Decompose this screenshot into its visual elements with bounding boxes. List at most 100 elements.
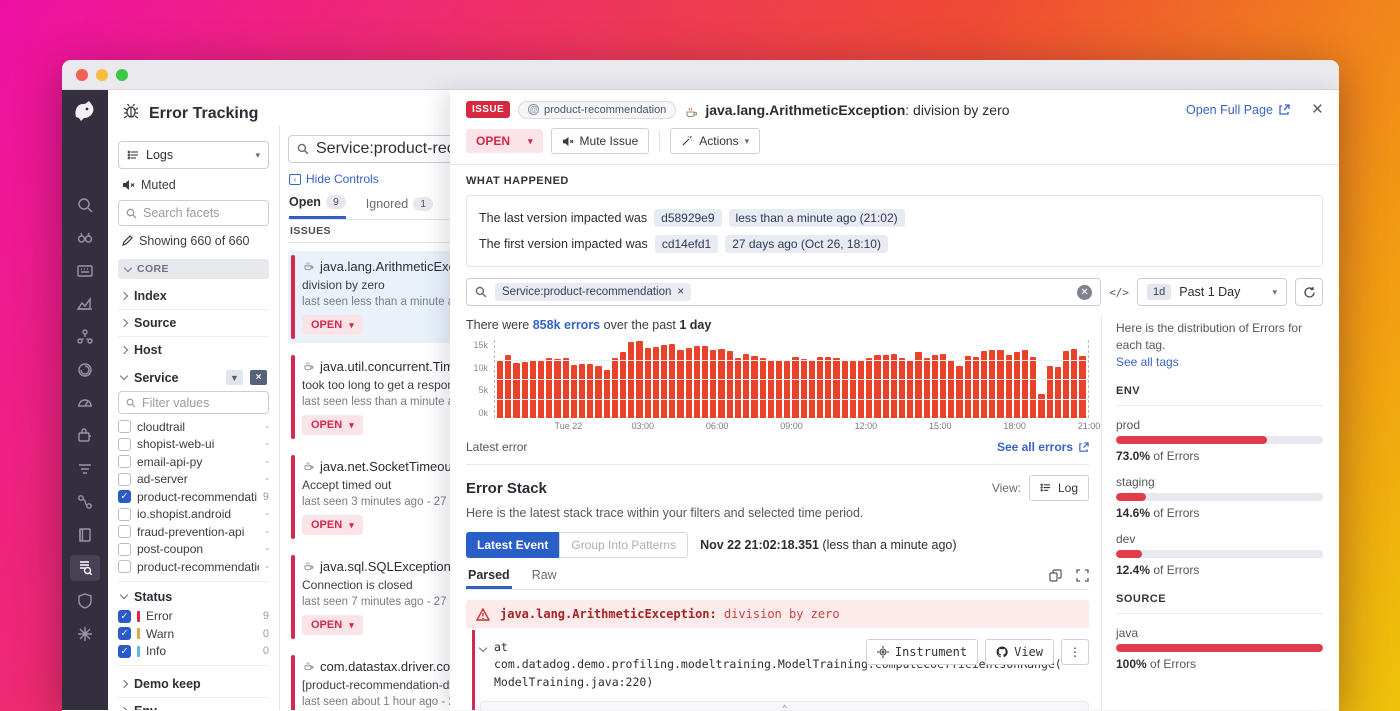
stack-frame-row[interactable]: at com.datadog.demo.profiling.modeltrain…: [466, 639, 1089, 691]
facet-value-io.shopist.android[interactable]: io.shopist.android-: [118, 506, 269, 524]
remove-filter-icon[interactable]: ×: [677, 286, 684, 298]
view-source-button[interactable]: View: [985, 639, 1054, 665]
search-icon[interactable]: [70, 192, 100, 218]
time-range-select[interactable]: 1d Past 1 Day ▾: [1137, 278, 1287, 306]
search-facets-input[interactable]: Search facets: [118, 200, 269, 226]
see-all-tags-link[interactable]: See all tags: [1116, 355, 1323, 369]
actions-button[interactable]: Actions ▾: [670, 128, 760, 154]
facet-value-product-recommendatio[interactable]: product-recommendatio-: [118, 558, 269, 576]
tag-distribution-item[interactable]: staging14.6% of Errors: [1116, 475, 1323, 520]
facet-status-info[interactable]: ✓Info0: [118, 643, 269, 661]
checkbox[interactable]: ✓: [118, 610, 131, 623]
facet-value-cloudtrail[interactable]: cloudtrail-: [118, 418, 269, 436]
pipelines-icon[interactable]: [70, 456, 100, 482]
zoom-window-button[interactable]: [116, 69, 128, 81]
tag-distribution-item[interactable]: java100% of Errors: [1116, 626, 1323, 671]
watchdog-icon[interactable]: [70, 225, 100, 251]
service-chip[interactable]: @ product-recommendation: [518, 101, 676, 119]
facet-value-ad-server[interactable]: ad-server-: [118, 471, 269, 489]
checkbox[interactable]: [118, 438, 131, 451]
collapse-code-icon[interactable]: ⌃: [481, 706, 1088, 710]
service-filter-button[interactable]: ▼: [226, 370, 243, 385]
checkbox[interactable]: ✓: [118, 490, 131, 503]
latest-event-button[interactable]: Latest Event: [466, 532, 559, 558]
service-clear-button[interactable]: ×: [250, 370, 267, 385]
filter-values-input[interactable]: Filter values: [118, 391, 269, 414]
instrument-button[interactable]: Instrument: [866, 639, 978, 665]
copy-icon[interactable]: [1049, 569, 1062, 582]
issue-status-select[interactable]: OPEN▾: [302, 515, 363, 535]
tab-raw[interactable]: Raw: [530, 568, 559, 589]
datadog-logo[interactable]: [70, 96, 100, 126]
security-icon[interactable]: [70, 588, 100, 614]
notebooks-icon[interactable]: [70, 522, 100, 548]
query-syntax-toggle[interactable]: </>: [1109, 286, 1129, 299]
clear-search-button[interactable]: ✕: [1077, 285, 1092, 300]
dashboards-icon[interactable]: [70, 258, 100, 284]
tab-parsed[interactable]: Parsed: [466, 568, 512, 589]
time-chip[interactable]: 27 days ago (Oct 26, 18:10): [725, 235, 888, 253]
facet-group-env[interactable]: Env: [118, 698, 269, 710]
facet-value-product-recommendation[interactable]: ✓product-recommendation9: [118, 488, 269, 506]
close-panel-button[interactable]: ×: [1312, 100, 1323, 119]
facet-group-core[interactable]: CORE: [118, 259, 269, 279]
facet-status-warn[interactable]: ✓Warn0: [118, 625, 269, 643]
errors-bar-chart[interactable]: 15k10k5k0k: [466, 340, 1089, 418]
logs-icon[interactable]: [70, 555, 100, 581]
close-window-button[interactable]: [76, 69, 88, 81]
frame-menu-button[interactable]: ⋮: [1061, 639, 1089, 665]
facet-value-post-coupon[interactable]: post-coupon-: [118, 541, 269, 559]
checkbox[interactable]: [118, 508, 131, 521]
checkbox[interactable]: [118, 420, 131, 433]
service-map-icon[interactable]: [70, 489, 100, 515]
tab-ignored[interactable]: Ignored1: [366, 195, 433, 219]
facet-group-demo-keep[interactable]: Demo keep: [118, 671, 269, 698]
facet-group-host[interactable]: Host: [118, 337, 269, 363]
facet-status-error[interactable]: ✓Error9: [118, 608, 269, 626]
errors-count-link[interactable]: 858k errors: [533, 318, 600, 332]
group-into-patterns-button[interactable]: Group Into Patterns: [559, 532, 688, 558]
checkbox[interactable]: ✓: [118, 645, 131, 658]
facet-status-header[interactable]: Status: [118, 587, 269, 608]
checkbox[interactable]: [118, 525, 131, 538]
facet-value-email-api-py[interactable]: email-api-py-: [118, 453, 269, 471]
apm-icon[interactable]: [70, 357, 100, 383]
checkbox[interactable]: [118, 455, 131, 468]
expand-icon[interactable]: [1076, 569, 1089, 582]
version-chip[interactable]: cd14efd1: [655, 235, 718, 253]
panel-search-input[interactable]: Service:product-recommendation × ✕: [466, 278, 1101, 306]
version-chip[interactable]: d58929e9: [654, 209, 721, 227]
search-filter-chip[interactable]: Service:product-recommendation ×: [495, 283, 691, 301]
source-select[interactable]: Logs ▾: [118, 141, 269, 169]
checkbox[interactable]: [118, 560, 131, 573]
see-all-errors-link[interactable]: See all errors: [997, 440, 1089, 454]
showing-row[interactable]: Showing 660 of 660: [118, 226, 269, 255]
issue-status-select[interactable]: OPEN▾: [302, 315, 363, 335]
checkbox[interactable]: ✓: [118, 627, 131, 640]
facet-group-index[interactable]: Index: [118, 283, 269, 310]
metrics-icon[interactable]: [70, 291, 100, 317]
settings-icon[interactable]: [70, 621, 100, 647]
checkbox[interactable]: [118, 543, 131, 556]
time-chip[interactable]: less than a minute ago (21:02): [729, 209, 905, 227]
infrastructure-icon[interactable]: [70, 324, 100, 350]
synthetics-icon[interactable]: [70, 390, 100, 416]
tag-distribution-item[interactable]: dev12.4% of Errors: [1116, 532, 1323, 577]
refresh-button[interactable]: [1295, 278, 1323, 306]
facet-value-fraud-prevention-api[interactable]: fraud-prevention-api-: [118, 523, 269, 541]
minimize-window-button[interactable]: [96, 69, 108, 81]
open-full-page-link[interactable]: Open Full Page: [1186, 103, 1290, 117]
tab-open[interactable]: Open9: [289, 195, 346, 219]
issue-status-select[interactable]: OPEN▾: [302, 615, 363, 635]
mute-issue-button[interactable]: Mute Issue: [551, 128, 650, 154]
issue-status-select[interactable]: OPEN▾: [302, 415, 363, 435]
facet-service-header[interactable]: Service ▼ ×: [118, 363, 269, 391]
issue-status-select[interactable]: OPEN ▾: [466, 129, 543, 153]
facet-group-source[interactable]: Source: [118, 310, 269, 337]
tag-distribution-item[interactable]: prod73.0% of Errors: [1116, 418, 1323, 463]
muted-toggle[interactable]: Muted: [118, 169, 269, 200]
checkbox[interactable]: [118, 473, 131, 486]
view-log-button[interactable]: Log: [1029, 475, 1089, 501]
facet-value-shopist-web-ui[interactable]: shopist-web-ui-: [118, 436, 269, 454]
integrations-icon[interactable]: [70, 423, 100, 449]
